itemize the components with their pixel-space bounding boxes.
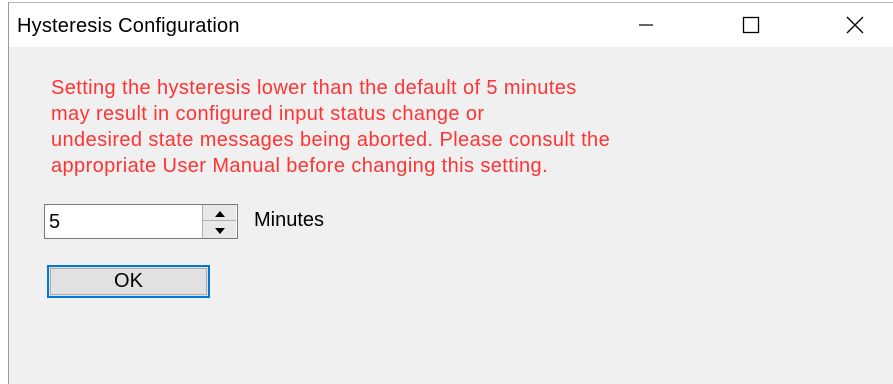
warning-line: Setting the hysteresis lower than the de… xyxy=(51,77,577,99)
caret-down-icon xyxy=(214,221,225,239)
minimize-icon xyxy=(638,17,654,33)
stepper-buttons xyxy=(202,205,237,238)
hysteresis-minutes-stepper[interactable] xyxy=(44,204,238,239)
stepper-down-button[interactable] xyxy=(203,221,236,238)
warning-line: may result in configured input status ch… xyxy=(51,103,485,125)
close-icon xyxy=(845,15,865,35)
minutes-label: Minutes xyxy=(254,209,325,231)
title-bar[interactable]: Hysteresis Configuration xyxy=(9,3,893,47)
window-title: Hysteresis Configuration xyxy=(17,15,240,37)
warning-message: Setting the hysteresis lower than the de… xyxy=(51,75,851,179)
ok-button-label: OK xyxy=(114,270,143,292)
caret-up-icon xyxy=(214,204,225,222)
warning-line: undesired state messages being aborted. … xyxy=(51,129,611,151)
maximize-button[interactable] xyxy=(720,3,782,47)
minimize-button[interactable] xyxy=(615,3,677,47)
hysteresis-dialog: Hysteresis Configuration Setting the hys… xyxy=(8,2,893,384)
maximize-icon xyxy=(742,16,760,34)
warning-line: appropriate User Manual before changing … xyxy=(51,155,549,177)
ok-button[interactable]: OK xyxy=(47,265,210,298)
stepper-up-button[interactable] xyxy=(203,205,236,221)
close-button[interactable] xyxy=(824,3,886,47)
hysteresis-minutes-input[interactable] xyxy=(49,211,199,234)
